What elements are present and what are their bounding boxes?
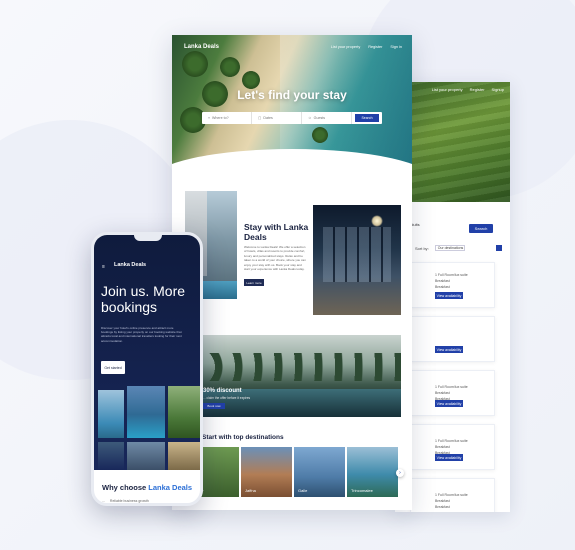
person-icon: ☺ — [308, 116, 312, 120]
location-icon: ⌖ — [208, 116, 211, 120]
promo-banner: 30% discount ... claim the offer before … — [185, 335, 401, 417]
listing-line: 1 Full Room/lux suite — [435, 385, 468, 389]
listing-line: 1 Full Room/lux suite — [435, 493, 468, 497]
hero-title: Let's find your stay — [237, 88, 347, 102]
listing-nav: List your property Register Signup — [432, 87, 504, 92]
sort-select[interactable]: Our destinations — [434, 245, 465, 251]
promo-button[interactable]: Book now — [203, 403, 225, 409]
nav-sign-in[interactable]: Sign in — [390, 45, 402, 49]
why-subline: ... Reliable business growth — [102, 499, 149, 503]
listing-card: 1 Full Room/lux suite Breakfast Breakfas… — [410, 424, 495, 470]
listing-page: List your property Register Signup ..., … — [395, 82, 510, 512]
top-nav: List your property Register Sign in — [331, 45, 402, 49]
listing-line: Breakfast — [435, 445, 450, 449]
phone-notch — [134, 235, 162, 241]
site-logo[interactable]: Lanka Deals — [184, 44, 219, 50]
destination-card-trincomalee[interactable]: Trincomalee — [347, 447, 398, 497]
destinations-title: Start with top destinations — [202, 434, 284, 441]
listing-line: Breakfast — [435, 285, 450, 289]
listing-line: Breakfast — [435, 391, 450, 395]
sort-label: Sort by: — [415, 245, 429, 251]
chevron-right-icon[interactable]: › — [396, 469, 404, 477]
stay-text: Welcome to Lanka Deals! We offer a selec… — [244, 245, 306, 272]
guests-placeholder: Guests — [313, 116, 326, 120]
listing-card: View availability — [410, 316, 495, 362]
why-prefix: Why choose — [102, 483, 149, 492]
nav-list-property[interactable]: List your property — [432, 87, 463, 92]
phone-image — [98, 390, 124, 438]
hamburger-icon[interactable]: ≡ — [102, 264, 105, 270]
calendar-icon: ▢ — [258, 116, 262, 120]
dates-field[interactable]: ▢ Dates — [252, 112, 302, 124]
stay-title: Stay with Lanka Deals — [244, 222, 309, 242]
phone-image — [127, 442, 165, 470]
destination-name: Jaffna — [245, 488, 256, 493]
listing-search: ..., 2 adults Search — [400, 222, 505, 233]
promo-discount: 30% discount — [203, 388, 242, 394]
guests-field[interactable]: ☺ Guests — [302, 112, 352, 124]
phone-headline: Join us. More bookings — [101, 283, 186, 315]
dates-placeholder: Dates — [263, 116, 273, 120]
listing-search-button[interactable]: Search — [469, 224, 493, 233]
desktop-home-page: Lanka Deals List your property Register … — [172, 35, 412, 510]
learn-more-button[interactable]: Learn more — [244, 279, 264, 286]
listing-card: 1 Full Room/lux suite Breakfast Breakfas… — [410, 370, 495, 416]
phone-image — [168, 386, 200, 438]
nav-signup[interactable]: Signup — [492, 87, 504, 92]
destination-name: Trincomalee — [351, 488, 373, 493]
hotel-lounge-image — [313, 205, 401, 315]
listing-line: 1 Full Room/lux suite — [435, 273, 468, 277]
listing-card: 1 Full Room/lux suite Breakfast Breakfas… — [410, 478, 495, 512]
where-placeholder: Where to? — [212, 116, 229, 120]
view-availability-button[interactable]: View availability — [435, 346, 463, 353]
sort-bar: Sort by: Our destinations — [415, 245, 502, 251]
phone-text: Discover your hotel's online presence an… — [101, 326, 182, 343]
search-button[interactable]: Search — [355, 114, 379, 122]
destination-card-jaffna[interactable]: Jaffna — [241, 447, 292, 497]
view-availability-button[interactable]: View availability — [435, 400, 463, 407]
listing-line: Breakfast — [435, 499, 450, 503]
phone-image — [168, 442, 200, 470]
sort-arrow-icon[interactable] — [496, 245, 502, 251]
where-field[interactable]: ⌖ Where to? — [202, 112, 252, 124]
view-availability-button[interactable]: View availability — [435, 454, 463, 461]
phone-image — [98, 442, 124, 470]
phone-logo[interactable]: Lanka Deals — [114, 262, 146, 268]
promo-line: ... claim the offer before it expires — [203, 396, 251, 400]
showcase-stage: List your property Register Signup ..., … — [0, 0, 575, 550]
why-sub-dots: ... — [102, 499, 105, 503]
phone-image — [127, 386, 165, 438]
search-bar: ⌖ Where to? ▢ Dates ☺ Guests Search — [202, 112, 382, 124]
hero-beach-image: Lanka Deals List your property Register … — [172, 35, 412, 211]
listing-line: Breakfast — [435, 279, 450, 283]
get-started-button[interactable]: Get started — [101, 361, 125, 374]
listing-card: 1 Full Room/lux suite Breakfast Breakfas… — [410, 262, 495, 308]
tea-plantation-image: List your property Register Signup — [395, 82, 510, 202]
view-availability-button[interactable]: View availability — [435, 292, 463, 299]
mobile-phone-mockup: ≡ Lanka Deals Join us. More bookings Dis… — [91, 232, 203, 506]
listing-line: 1 Full Room/lux suite — [435, 439, 468, 443]
why-brand: Lanka Deals — [148, 483, 193, 492]
why-sub-text: Reliable business growth — [109, 499, 149, 503]
nav-register[interactable]: Register — [368, 45, 382, 49]
nav-register[interactable]: Register — [470, 87, 485, 92]
why-choose-heading: Why choose Lanka Deals — [102, 483, 192, 492]
destination-card-galle[interactable]: Galle — [294, 447, 345, 497]
listing-line: Breakfast — [435, 505, 450, 509]
destination-name: Galle — [298, 488, 308, 493]
nav-list-property[interactable]: List your property — [331, 45, 360, 49]
